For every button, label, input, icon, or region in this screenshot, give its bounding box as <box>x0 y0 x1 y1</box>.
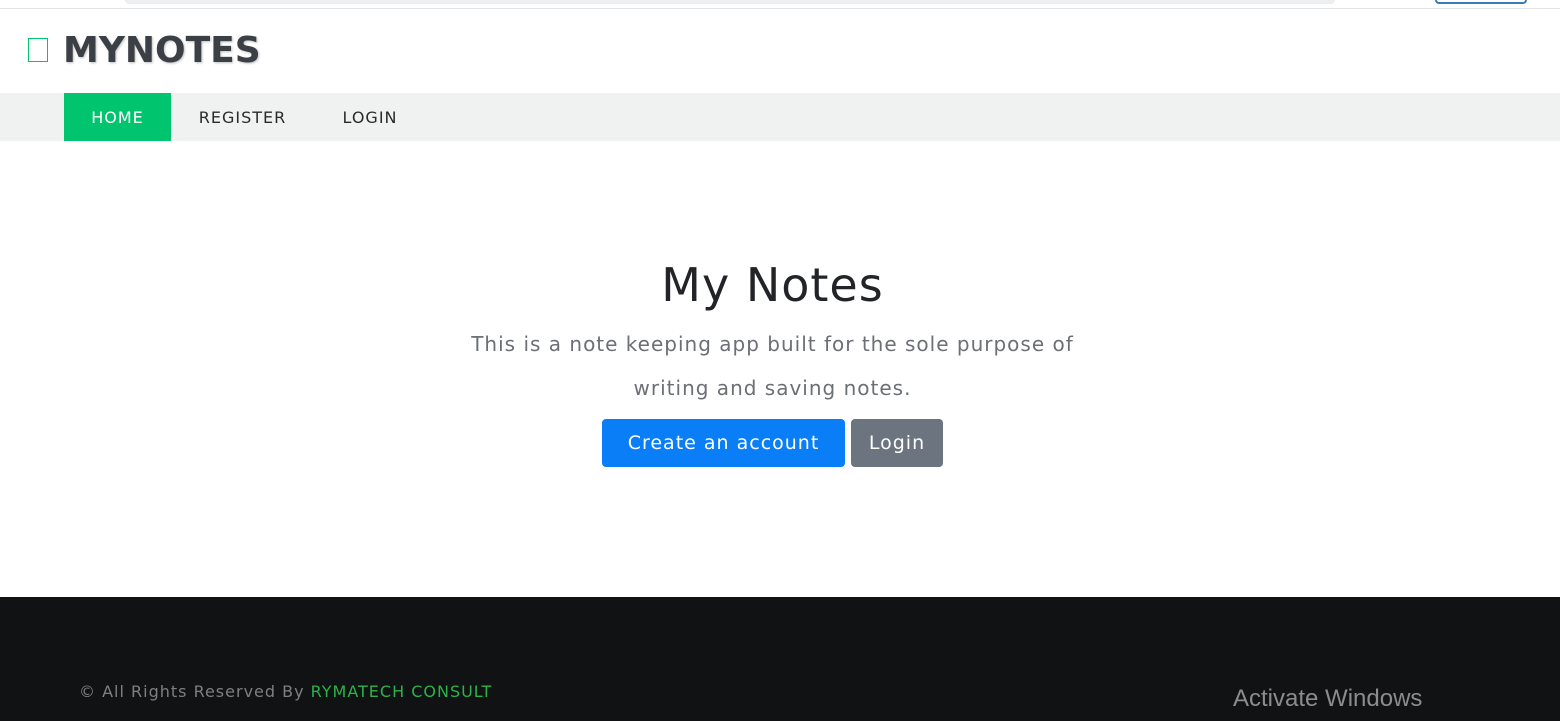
brand-title: MYNOTES <box>63 29 261 71</box>
browser-top-strip <box>0 0 1560 9</box>
footer-copyright: © All Rights Reserved By RYMATECH CONSUL… <box>79 682 492 701</box>
main-navbar: HOME REGISTER LOGIN <box>0 93 1560 141</box>
nav-item-login[interactable]: LOGIN <box>328 93 412 141</box>
site-brand[interactable]: MYNOTES <box>28 28 261 72</box>
browser-button-edge <box>1435 0 1527 4</box>
nav-item-home[interactable]: HOME <box>64 93 171 141</box>
login-button[interactable]: Login <box>851 419 943 467</box>
create-account-button[interactable]: Create an account <box>602 419 845 467</box>
address-bar-edge <box>125 0 1335 4</box>
hero-title: My Notes <box>661 258 884 312</box>
company-link[interactable]: RYMATECH CONSULT <box>311 682 493 701</box>
notebook-outline-icon <box>28 38 48 62</box>
copyright-text: © All Rights Reserved By <box>79 682 311 701</box>
page-footer: © All Rights Reserved By RYMATECH CONSUL… <box>0 597 1560 721</box>
nav-item-register[interactable]: REGISTER <box>185 93 300 141</box>
hero-description: This is a note keeping app built for the… <box>471 332 1074 400</box>
activate-windows-watermark: Activate Windows <box>1233 685 1423 712</box>
